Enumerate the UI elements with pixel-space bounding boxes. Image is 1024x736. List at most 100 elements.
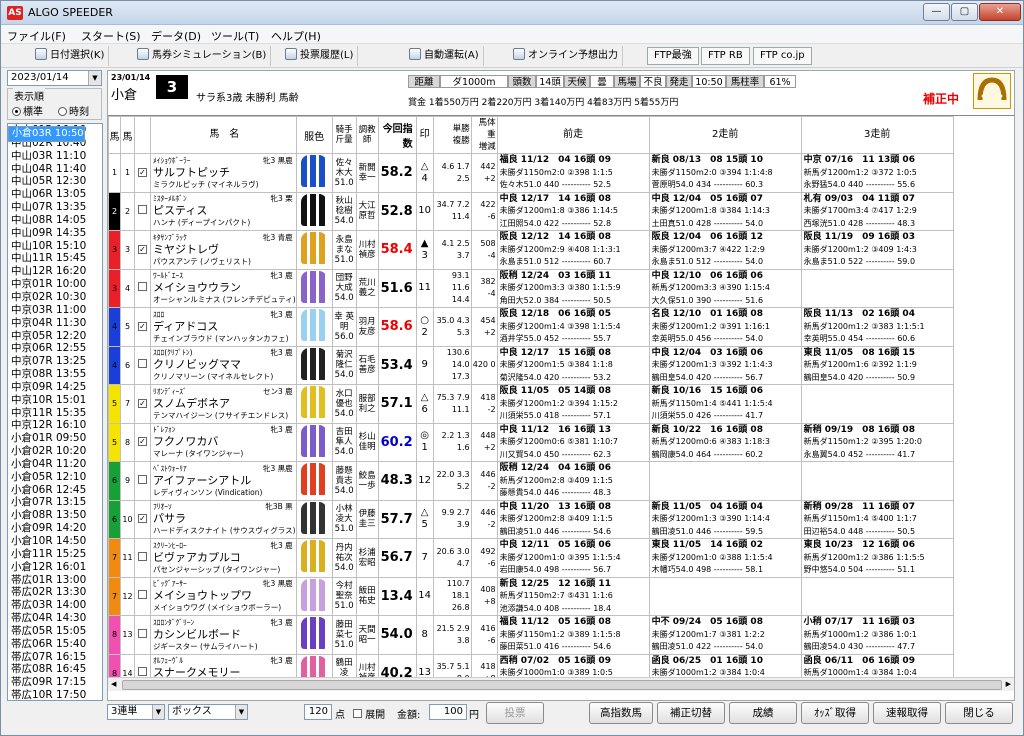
vote-button[interactable]: 投票: [486, 702, 544, 724]
race-list-item[interactable]: 小倉09R 14:20: [8, 522, 102, 535]
horse-checkbox[interactable]: ✓: [134, 230, 151, 270]
race-list-item[interactable]: 帯広01R 13:00: [8, 574, 102, 587]
race-list-item[interactable]: 中山06R 13:05: [8, 188, 102, 201]
close-window-button[interactable]: 閉じる: [945, 702, 1013, 724]
horse-checkbox[interactable]: [134, 345, 151, 385]
prev-race-3[interactable]: 新稍 09/19 08 16頭 08 新馬ダ1150m1:2 ②395 1:20:…: [800, 422, 954, 462]
horse-checkbox[interactable]: [134, 653, 151, 677]
jockey-weight[interactable]: 鶴田 凌 51.0: [331, 653, 357, 677]
prev-race-3[interactable]: 中京 07/16 11 13頭 06 新馬ダ1200m1:2 ③372 1:0:5…: [800, 153, 954, 193]
race-list-item[interactable]: 中山07R 13:35: [8, 201, 102, 214]
race-list-item[interactable]: 中京02R 10:30: [8, 291, 102, 304]
prev-race-2[interactable]: 新良 11/05 04 16頭 04 未勝ダ1200m1:3 ③390 1:14:…: [648, 499, 802, 539]
prediction-mark[interactable]: △ 6: [415, 384, 434, 424]
prev-race-3[interactable]: [800, 268, 954, 308]
prev-race-2[interactable]: 東良 11/05 14 16頭 02 未勝ダ1200m1:0 ②388 1:1:5…: [648, 538, 802, 578]
date-dropdown[interactable]: 2023/01/14 ▼: [7, 70, 102, 86]
checkbox[interactable]: ✓: [138, 437, 147, 447]
vote-history-button[interactable]: 投票履歴(L): [281, 46, 359, 66]
horse-checkbox[interactable]: ✓: [134, 307, 151, 347]
horse-name[interactable]: フクノワカバ: [153, 436, 295, 448]
prev-race-3[interactable]: 小稍 07/17 11 16頭 03 新馬ダ1000m1:2 ③386 1:0:1…: [800, 615, 954, 655]
checkbox[interactable]: ✓: [138, 167, 147, 177]
prev-race[interactable]: 福良 11/12 05 16頭 08 未勝ダ1150m1:2 ③389 1:1:5…: [496, 615, 650, 655]
jockey-weight[interactable]: 幸 英明 56.0: [331, 307, 357, 347]
horse-row[interactable]: 3 3 ✓ ｷﾀｻﾝﾌﾞﾗｯｸ 牝3 青鹿 ミヤジトレヴ パウスアンテ (ノヴェリスト) 永島…: [108, 230, 954, 270]
menu-data[interactable]: データ(D): [151, 28, 201, 44]
prediction-mark[interactable]: ◎ 1: [415, 422, 434, 462]
race-list-item[interactable]: 中京01R 10:00: [8, 278, 102, 291]
horse-name-cell[interactable]: ｵﾙﾌｪｰｳﾞﾙ牝3 鹿スナークメモリースナークヒロイン (サクラバクシンオー): [150, 653, 297, 677]
prev-race-2[interactable]: 中良 12/04 05 16頭 07 未勝ダ1200m1:8 ③384 1:14:…: [648, 191, 802, 231]
scroll-left-icon[interactable]: ◀: [111, 680, 116, 688]
horse-row[interactable]: 7 11 ｽｸﾘｰﾝﾋｰﾛｰ 牝3 鹿ビヴァアカプルコ パセンジャーシップ (タイワンジ…: [108, 538, 954, 578]
race-list-item[interactable]: 中京08R 13:55: [8, 368, 102, 381]
prediction-mark[interactable]: 13: [415, 653, 434, 677]
horse-checkbox[interactable]: [134, 538, 151, 578]
prev-race-2[interactable]: 函良 06/25 01 16頭 10 未勝ダ1000m1:2 ③384 1:0:4…: [648, 653, 802, 677]
horse-row[interactable]: 5 8 ✓ ﾄﾞﾚﾌｫﾝ 牝3 鹿フクノワカバ マレーナ (タイワンジャー) 吉田 隼人 5…: [108, 422, 954, 462]
horse-name[interactable]: スナークメモリー: [153, 667, 295, 677]
prev-race[interactable]: 福良 11/12 04 16頭 09 未勝ダ1150m2:0 ②398 1:1:5…: [496, 153, 650, 193]
horse-name-cell[interactable]: ｽﾛﾛ 牝3 鹿ディアドコス チェインブラウド (マンハッタンカフェ): [150, 307, 297, 347]
horse-checkbox[interactable]: [134, 191, 151, 231]
scroll-right-icon[interactable]: ▶: [1006, 680, 1011, 688]
horse-name-cell[interactable]: ﾒｲｼｮｳﾎﾞｰﾗｰ 牝3 黒鹿 サルフトピッチ ミラクルピッチ (マイネルラヴ): [150, 153, 297, 193]
race-list-item[interactable]: 小倉01R 09:50: [8, 432, 102, 445]
prev-race-3[interactable]: 阪良 11/13 02 16頭 04 新馬ダ1200m1:2 ③383 1:1:5…: [800, 307, 954, 347]
menu-start[interactable]: スタート(S): [81, 28, 141, 44]
horse-name[interactable]: スノムデボネア: [153, 397, 295, 410]
race-list-item[interactable]: 中京06R 12:55: [8, 342, 102, 355]
prev-race[interactable]: 中良 11/12 16 16頭 13 未勝ダ1200m0:6 ⑤381 1:10:…: [496, 422, 650, 462]
prev-race[interactable]: 中良 12/11 05 16頭 06 未勝ダ1200m1:0 ③395 1:1:5…: [496, 538, 650, 578]
race-list-item[interactable]: 中京03R 11:00: [8, 304, 102, 317]
prev-race[interactable]: 中良 11/20 13 16頭 08 未勝ダ1200m2:8 ③409 1:1:5…: [496, 499, 650, 539]
menu-file[interactable]: ファイル(F): [7, 28, 66, 44]
race-list-item[interactable]: 中京09R 14:25: [8, 381, 102, 394]
horse-checkbox[interactable]: ✓: [134, 499, 151, 539]
checkbox[interactable]: [138, 205, 147, 215]
jockey-weight[interactable]: 秋山 稔樹 54.0: [331, 191, 357, 231]
horse-row[interactable]: 2 2 ﾐｽﾀｰﾒﾙﾎﾞﾝ 牝3 栗ピスティス ハンナ (ディープインパクト) 秋山 稔樹…: [108, 191, 954, 231]
checkbox[interactable]: ✓: [138, 244, 147, 254]
race-list-item[interactable]: 小倉11R 15:25: [8, 548, 102, 561]
horse-name-cell[interactable]: ｷﾀｻﾝﾌﾞﾗｯｸ 牝3 青鹿 ミヤジトレヴ パウスアンテ (ノヴェリスト): [150, 230, 297, 270]
race-list-item[interactable]: 小倉04R 11:20: [8, 458, 102, 471]
race-list-item[interactable]: 帯広04R 14:30: [8, 612, 102, 625]
race-list-item[interactable]: 小倉03R 10:50: [8, 126, 85, 142]
close-button[interactable]: ✕: [979, 3, 1021, 21]
horse-row[interactable]: 814ｵﾙﾌｪｰｳﾞﾙ牝3 鹿スナークメモリースナークヒロイン (サクラバクシン…: [108, 653, 954, 677]
prev-race-2[interactable]: 阪良 12/04 06 16頭 12 未勝ダ1200m3:7 ④422 1:2:9…: [648, 230, 802, 270]
horse-name-cell[interactable]: ﾐｽﾀｰﾒﾙﾎﾞﾝ 牝3 栗ピスティス ハンナ (ディープインパクト): [150, 191, 297, 231]
race-list-item[interactable]: 小倉12R 16:01: [8, 561, 102, 574]
race-list-item[interactable]: 中山10R 15:10: [8, 240, 102, 253]
checkbox[interactable]: [138, 474, 147, 484]
race-list-item[interactable]: 中山03R 11:10: [8, 150, 102, 163]
race-list-item[interactable]: 帯広08R 16:45: [8, 663, 102, 676]
horizontal-scrollbar[interactable]: ◀ ▶: [108, 677, 1014, 691]
horse-name-cell[interactable]: ﾋﾞｯｸﾞｱｰｻｰ 牝3 黒鹿 メイショウトップワ メイショウワグ (メイショウボーラ…: [150, 576, 297, 616]
menu-tools[interactable]: ツール(T): [211, 28, 259, 44]
sort-standard-radio[interactable]: 標準: [12, 103, 43, 118]
prev-race-3[interactable]: 新稍 09/28 11 16頭 07 新馬ダ1150m1:4 ⑤400 1:1:7…: [800, 499, 954, 539]
horse-name[interactable]: アイファーシアトル: [153, 474, 295, 487]
jockey-weight[interactable]: 今村 聖奈 51.0: [331, 576, 357, 616]
checkbox[interactable]: [138, 667, 147, 677]
horse-name[interactable]: パサラ: [153, 513, 295, 525]
prev-race[interactable]: 新良 12/25 12 16頭 11 新馬ダ1150m2:7 ⑤431 1:1:6…: [496, 576, 650, 616]
checkbox[interactable]: ✓: [138, 398, 147, 408]
prev-race-3[interactable]: [800, 461, 954, 501]
prev-race-2[interactable]: 中不 09/24 05 16頭 08 未勝ダ1200m1:7 ③381 1:2:2…: [648, 615, 802, 655]
race-list-item[interactable]: 帯広07R 16:15: [8, 651, 102, 664]
prev-race-2[interactable]: 新良 10/22 16 16頭 08 新馬ダ1200m0:6 ④383 1:18:…: [648, 422, 802, 462]
results-button[interactable]: 成績: [729, 702, 797, 724]
checkbox[interactable]: ✓: [138, 514, 147, 524]
race-list-item[interactable]: 中京07R 13:25: [8, 355, 102, 368]
horse-name-cell[interactable]: ｽﾛﾛﾝﾀﾞｸﾞﾘｰﾝ 牝3 鹿カシンビルボード ジギースター (サムライハート): [150, 615, 297, 655]
horse-checkbox[interactable]: [134, 615, 151, 655]
horse-row[interactable]: 4 5 ✓ ｽﾛﾛ 牝3 鹿ディアドコス チェインブラウド (マンハッタンカフェ) 幸 英明…: [108, 307, 954, 347]
horse-name-cell[interactable]: ﾘｵﾝﾃﾞｨｰｽﾞ セン3 鹿スノムデボネア テンマハイジーン (フサイチエンドレス…: [150, 384, 297, 424]
horse-name-cell[interactable]: ﾌﾘｵｰｿ 牝3B 黒パサラ ハードディスクナイト (サウスヴィグラス): [150, 499, 297, 539]
date-select-button[interactable]: 日付選択(K): [31, 46, 110, 66]
prev-race-2[interactable]: 新良 08/13 08 15頭 10 未勝ダ1150m2:0 ③394 1:1:4…: [648, 153, 802, 193]
